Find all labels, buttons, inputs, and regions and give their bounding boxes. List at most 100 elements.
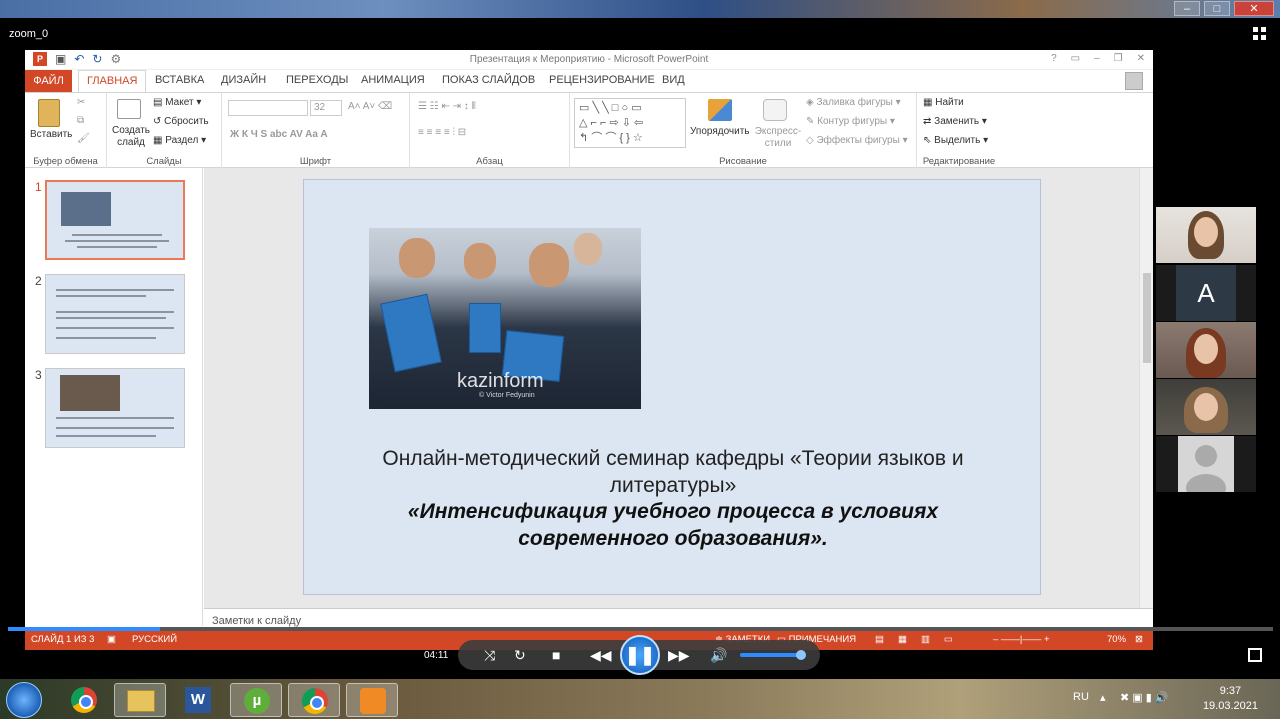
- zoom-title-bar: zoom_0: [0, 18, 1280, 50]
- gallery-view-icon[interactable]: [1252, 26, 1268, 42]
- participant-video-3[interactable]: [1156, 322, 1256, 378]
- participant-face: [1194, 393, 1218, 421]
- taskbar-word[interactable]: W: [172, 683, 224, 717]
- ppt-minimize-button[interactable]: –: [1094, 53, 1100, 64]
- tab-animations[interactable]: АНИМАЦИЯ: [361, 74, 425, 86]
- input-language[interactable]: RU: [1073, 691, 1089, 703]
- repeat-icon[interactable]: ↻: [514, 647, 526, 664]
- tab-home[interactable]: ГЛАВНАЯ: [78, 70, 147, 93]
- group-label-slides: Слайды: [146, 156, 182, 167]
- tab-review[interactable]: РЕЦЕНЗИРОВАНИЕ: [549, 74, 655, 86]
- tab-transitions[interactable]: ПЕРЕХОДЫ: [286, 74, 348, 86]
- ribbon-display-icon[interactable]: ▭: [1071, 53, 1080, 64]
- slide-title[interactable]: Онлайн-методический семинар кафедры «Тео…: [344, 445, 1002, 499]
- shape-fill-button[interactable]: ◈ Заливка фигуры ▾: [806, 97, 901, 108]
- slide-photo[interactable]: kazinform © Victor Fedyunin: [369, 228, 641, 409]
- select-button[interactable]: ⇖ Выделить ▾: [923, 135, 988, 146]
- participant-video-5[interactable]: [1156, 436, 1256, 492]
- maximize-button[interactable]: □: [1204, 1, 1230, 16]
- participant-video-4[interactable]: [1156, 379, 1256, 435]
- clock-date: 19.03.2021: [1202, 700, 1258, 712]
- paste-button[interactable]: Вставить: [30, 129, 72, 140]
- shuffle-icon[interactable]: ⤨: [484, 647, 495, 664]
- volume-icon[interactable]: 🔊: [710, 647, 727, 664]
- volume-knob[interactable]: [796, 650, 806, 660]
- minimize-button[interactable]: –: [1174, 1, 1200, 16]
- slide-thumbnail-3[interactable]: [45, 368, 185, 448]
- pause-button[interactable]: ❚❚: [620, 635, 660, 675]
- zoom-level[interactable]: 70%: [1107, 634, 1126, 645]
- system-clock[interactable]: 9:37 19.03.2021: [1203, 684, 1258, 714]
- tab-slideshow[interactable]: ПОКАЗ СЛАЙДОВ: [442, 74, 535, 86]
- font-size-field[interactable]: 32: [310, 100, 342, 116]
- taskbar-chrome-2[interactable]: [288, 683, 340, 717]
- participant-video-1[interactable]: [1156, 207, 1256, 263]
- stop-icon[interactable]: ■: [552, 647, 560, 663]
- taskbar-utorrent[interactable]: µ: [230, 683, 282, 717]
- quick-styles-button[interactable]: Экспресс-стили: [750, 126, 806, 150]
- taskbar-explorer[interactable]: [114, 683, 166, 717]
- fast-forward-icon[interactable]: ▶▶: [668, 647, 690, 664]
- spellcheck-icon[interactable]: ▣: [107, 634, 116, 645]
- font-name-field[interactable]: [228, 100, 308, 116]
- reset-button[interactable]: ↺ Сбросить: [153, 116, 209, 127]
- shape-outline-button[interactable]: ✎ Контур фигуры ▾: [806, 116, 895, 127]
- view-buttons[interactable]: ▤▦▥▭: [875, 634, 967, 645]
- tray-arrow-icon[interactable]: ▴: [1100, 691, 1106, 704]
- tab-insert[interactable]: ВСТАВКА: [155, 74, 204, 86]
- participant-video-2[interactable]: A: [1156, 265, 1256, 321]
- notes-placeholder: Заметки к слайду: [212, 615, 302, 627]
- find-button[interactable]: ▦ Найти: [923, 97, 964, 108]
- taskbar-video-player[interactable]: [346, 683, 398, 717]
- shape-effects-button[interactable]: ◇ Эффекты фигуры ▾: [806, 135, 908, 146]
- volume-slider[interactable]: [740, 650, 806, 660]
- user-avatar[interactable]: [1125, 72, 1143, 90]
- tab-file[interactable]: ФАЙЛ: [25, 70, 72, 92]
- group-drawing: ▭ ╲ ╲ □ ○ ▭ △ ⌐ ⌐ ⇨ ⇩ ⇦ ↰ ⌒ ⌒ { } ☆ Упоряд…: [570, 93, 917, 169]
- taskbar-chrome[interactable]: [58, 683, 110, 717]
- group-label-clipboard: Буфер обмена: [33, 156, 98, 167]
- arrange-button[interactable]: Упорядочить: [690, 126, 750, 137]
- help-icon[interactable]: ?: [1051, 53, 1057, 64]
- font-grow-icon[interactable]: A˄ A˅ ⌫: [348, 101, 392, 112]
- font-style-buttons[interactable]: Ж К Ч S abc AV Aa A: [230, 129, 328, 140]
- align-icons[interactable]: ≡ ≡ ≡ ≡ ⫶ ⊟: [418, 127, 466, 138]
- start-button[interactable]: [6, 682, 42, 718]
- fit-slide-icon[interactable]: ⊠: [1135, 634, 1143, 645]
- tab-view[interactable]: ВИД: [662, 74, 685, 86]
- format-painter-icon[interactable]: 🖌: [77, 133, 90, 144]
- bullets-icon[interactable]: ☰ ☷ ⇤ ⇥ ↕ ⫴: [418, 101, 476, 112]
- rewind-icon[interactable]: ◀◀: [590, 647, 612, 664]
- language-indicator[interactable]: РУССКИЙ: [132, 634, 177, 645]
- layout-button[interactable]: ▤ Макет ▾: [153, 97, 201, 108]
- vertical-scrollbar[interactable]: [1139, 168, 1153, 608]
- thumbnail-image: [60, 375, 120, 411]
- replace-button[interactable]: ⇄ Заменить ▾: [923, 116, 987, 127]
- slide-subtitle[interactable]: «Интенсификация учебного процесса в усло…: [344, 498, 1002, 552]
- scrollbar-thumb[interactable]: [1143, 273, 1151, 363]
- thumbnail-line: [56, 435, 156, 437]
- playback-controls: ⤨ ↻ ■ ◀◀ ❚❚ ▶▶ 🔊: [458, 635, 820, 675]
- thumbnail-line: [77, 246, 157, 248]
- fullscreen-icon[interactable]: [1248, 648, 1262, 662]
- current-slide[interactable]: kazinform © Victor Fedyunin Онлайн-метод…: [303, 179, 1041, 595]
- new-slide-icon: [117, 99, 141, 119]
- ppt-restore-button[interactable]: ❐: [1114, 53, 1123, 64]
- recording-progress-bar[interactable]: [8, 627, 1273, 631]
- copy-icon[interactable]: ⧉: [77, 115, 84, 126]
- thumbnail-line: [65, 240, 169, 242]
- photo-credit: © Victor Fedyunin: [479, 392, 535, 399]
- paste-icon: [38, 99, 60, 127]
- shapes-gallery[interactable]: ▭ ╲ ╲ □ ○ ▭ △ ⌐ ⌐ ⇨ ⇩ ⇦ ↰ ⌒ ⌒ { } ☆: [574, 98, 686, 148]
- tab-design[interactable]: ДИЗАЙН: [221, 74, 266, 86]
- ppt-close-button[interactable]: ✕: [1137, 53, 1145, 64]
- cut-icon[interactable]: ✂: [77, 97, 85, 108]
- close-button[interactable]: ✕: [1234, 1, 1274, 16]
- tray-icons[interactable]: ✖ ▣ ▮ 🔊: [1120, 691, 1169, 704]
- section-button[interactable]: ▦ Раздел ▾: [153, 135, 206, 146]
- chrome-icon: [302, 688, 328, 714]
- zoom-slider[interactable]: – ——|—— +: [993, 634, 1050, 645]
- new-slide-button[interactable]: Создать слайд: [111, 125, 151, 149]
- slide-thumbnail-2[interactable]: [45, 274, 185, 354]
- slide-thumbnail-1[interactable]: [45, 180, 185, 260]
